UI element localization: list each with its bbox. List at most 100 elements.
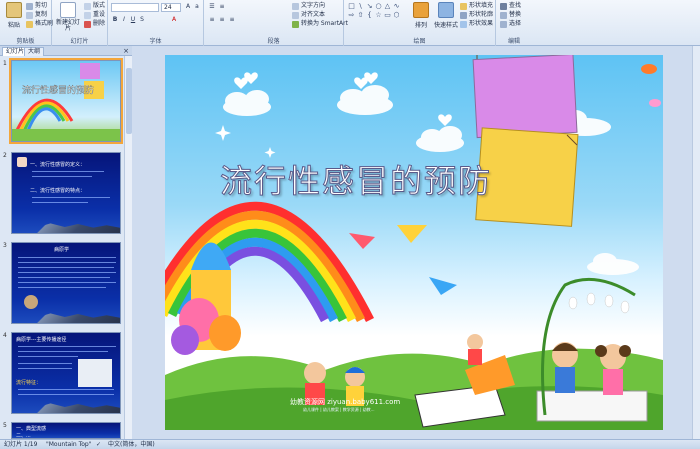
hexagon-shape-icon[interactable]: ⬡ <box>392 11 401 19</box>
copy-button[interactable]: 复制 <box>26 11 47 19</box>
find-button[interactable]: 查找 <box>500 2 521 10</box>
close-icon[interactable]: × <box>123 47 129 55</box>
text-line <box>32 176 92 177</box>
clipboard-group-label: 剪贴板 <box>16 38 35 45</box>
quick-styles-icon <box>438 2 454 18</box>
workspace-scrollbar[interactable] <box>692 46 700 439</box>
text-line <box>32 171 104 172</box>
font-size-combo[interactable]: 24 <box>161 3 181 12</box>
select-label: 选择 <box>509 20 522 27</box>
copy-label: 复制 <box>35 11 48 18</box>
arrange-button[interactable]: 排列 <box>410 2 432 32</box>
clipboard-group: 粘贴 剪切 复制 格式刷 剪贴板 <box>0 0 53 46</box>
delete-label: 删除 <box>93 20 106 27</box>
cut-label: 剪切 <box>35 2 48 9</box>
tab-outline-label: 大纲 <box>28 48 41 55</box>
star-shape-icon[interactable]: ☆ <box>374 11 383 19</box>
slide-canvas[interactable]: 流行性感冒的预防 幼教资源网 ziyuan.baby611.com 幼儿课件 |… <box>165 55 663 430</box>
align-text-icon <box>292 11 299 19</box>
language-indicator[interactable]: 中文(简体，中国) <box>108 440 155 449</box>
theme-name: "Mountain Top" <box>46 441 92 448</box>
format-painter-button[interactable]: 格式刷 <box>26 20 53 28</box>
numbering-button[interactable]: ≡ <box>218 3 226 11</box>
bullets-button[interactable]: ☰ <box>208 3 216 11</box>
replace-label: 替换 <box>509 11 522 18</box>
brush-icon <box>26 20 33 28</box>
slide-title[interactable]: 流行性感冒的预防 <box>219 156 492 202</box>
shape-fill-button[interactable]: 形状填充 <box>460 2 493 10</box>
spell-check-icon[interactable]: ✓ <box>96 440 101 449</box>
smartart-icon <box>292 20 299 28</box>
slide-thumbnail-4[interactable]: 病原学---主要传播途径 流行特征： <box>11 332 121 414</box>
smartart-button[interactable]: 转换为 SmartArt <box>292 20 348 28</box>
layout-button[interactable]: 版式 <box>84 2 105 10</box>
new-slide-icon <box>60 2 76 18</box>
underline-button[interactable]: U <box>129 16 137 24</box>
strikethrough-button[interactable]: S <box>138 16 146 24</box>
italic-button[interactable]: I <box>120 16 128 24</box>
scrollbar-thumb[interactable] <box>126 68 132 134</box>
slide-thumbnail-5[interactable]: 一、典型流感 二、... <box>11 422 121 439</box>
curve-shape-icon[interactable]: ∿ <box>392 2 401 10</box>
text-line <box>18 257 116 258</box>
shape-effects-button[interactable]: 形状效果 <box>460 20 493 28</box>
align-center-button[interactable]: ≡ <box>218 16 226 24</box>
rectangle-shape-icon[interactable]: □ <box>347 2 356 10</box>
font-name-combo[interactable] <box>111 3 159 12</box>
brace-shape-icon[interactable]: { <box>365 11 374 19</box>
arrange-icon <box>413 2 429 18</box>
arrow-shape-icon[interactable]: ↘ <box>365 2 374 10</box>
callout-shape-icon[interactable]: ▭ <box>383 11 392 19</box>
watermark-subtext: 幼儿课件 | 幼儿教案 | 教学资源 | 幼教... <box>303 407 375 412</box>
tab-slides-label: 幻灯片 <box>6 48 25 55</box>
shape-outline-button[interactable]: 形状轮廓 <box>460 11 493 19</box>
align-right-button[interactable]: ≡ <box>228 16 236 24</box>
text-direction-label: 文字方向 <box>301 2 326 9</box>
slide-1-preview <box>12 63 120 141</box>
bold-button[interactable]: B <box>111 16 119 24</box>
select-button[interactable]: 选择 <box>500 20 521 28</box>
new-slide-label: 新建幻灯片 <box>55 19 80 32</box>
oval-shape-icon[interactable]: ○ <box>374 2 383 10</box>
new-slide-button[interactable]: 新建幻灯片 <box>55 2 81 32</box>
right-arrow-shape-icon[interactable]: ⇨ <box>347 11 356 19</box>
quick-styles-button[interactable]: 快速样式 <box>434 2 458 32</box>
slide-thumbnail-3[interactable]: 病原学 <box>11 242 121 324</box>
shrink-font-button[interactable]: a <box>193 3 201 11</box>
paste-button[interactable]: 粘贴 <box>3 2 25 32</box>
line-shape-icon[interactable]: \ <box>356 2 365 10</box>
slide-4-caption: 流行特征： <box>16 380 42 386</box>
text-line <box>18 368 72 369</box>
text-line <box>18 272 116 273</box>
delete-slide-button[interactable]: 删除 <box>84 20 105 28</box>
up-arrow-shape-icon[interactable]: ⇧ <box>356 11 365 19</box>
slide-number: 1 <box>3 60 7 67</box>
slide-number: 2 <box>3 152 7 159</box>
text-line <box>18 287 106 288</box>
align-left-button[interactable]: ≡ <box>208 16 216 24</box>
align-text-button[interactable]: 对齐文本 <box>292 11 325 19</box>
reset-button[interactable]: 重设 <box>84 11 105 19</box>
font-size-value: 24 <box>164 4 172 11</box>
status-bar: 幻灯片 1/19 "Mountain Top" ✓ 中文(简体，中国) <box>0 439 700 449</box>
tab-outline[interactable]: 大纲 <box>24 47 45 56</box>
slide-5-line-2: 二、... <box>16 433 31 439</box>
triangle-shape-icon[interactable]: △ <box>383 2 392 10</box>
drawing-group: □ \ ↘ ○ △ ∿ ⇨ ⇧ { ☆ ▭ ⬡ 排列 快速样式 形状填充 形状轮… <box>344 0 496 46</box>
text-line <box>18 394 114 395</box>
slide-thumbnail-2[interactable]: 一、流行性感冒的定义： 二、流行性感冒的特点： <box>11 152 121 234</box>
font-color-button[interactable]: A <box>170 16 178 24</box>
replace-button[interactable]: 替换 <box>500 11 521 19</box>
grow-font-button[interactable]: A <box>184 3 192 11</box>
slide-thumbnail-1[interactable]: 流行性感冒的预防 <box>9 58 123 144</box>
reset-label: 重设 <box>93 11 106 18</box>
cut-button[interactable]: 剪切 <box>26 2 47 10</box>
reset-icon <box>84 11 91 19</box>
paragraph-group-label: 段落 <box>267 38 280 45</box>
paint-bucket-icon <box>460 2 467 10</box>
text-direction-button[interactable]: 文字方向 <box>292 2 325 10</box>
slide-2-line-1: 一、流行性感冒的定义： <box>30 162 86 168</box>
slide-3-title: 病原学 <box>54 247 70 253</box>
editing-group-label: 编辑 <box>507 38 520 45</box>
thumbnail-scrollbar[interactable] <box>124 56 132 439</box>
